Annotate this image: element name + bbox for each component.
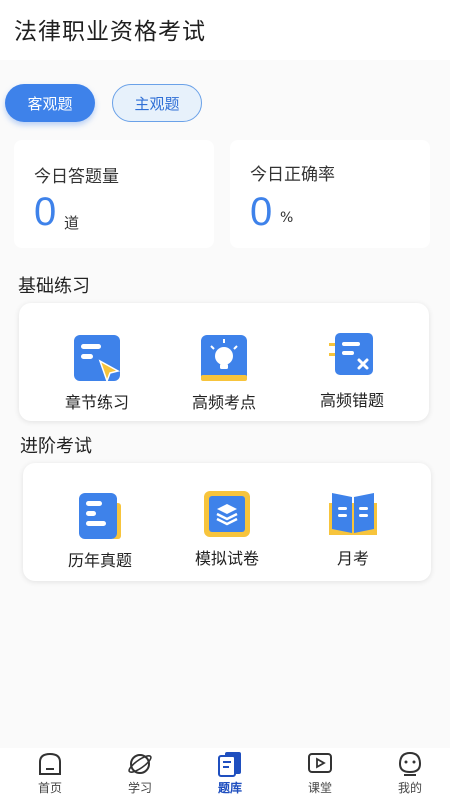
today-accuracy-unit: %: [280, 210, 294, 226]
high-frequency-wrong-button[interactable]: 高频错题: [302, 331, 402, 411]
nav-label-question-bank: 题库: [217, 781, 242, 795]
today-count-unit: 道: [64, 214, 80, 232]
profile-icon: [398, 751, 422, 776]
nav-item-study[interactable]: 学习: [110, 750, 170, 796]
past-papers-icon: [75, 491, 125, 541]
chapter-practice-label: 章节练习: [64, 393, 129, 412]
basic-section-title: 基础练习: [18, 276, 90, 297]
past-papers-label: 历年真题: [67, 551, 132, 570]
nav-label-study: 学习: [127, 781, 152, 795]
wrong-questions-icon: [327, 331, 377, 381]
today-accuracy-card: 今日正确率 0 %: [230, 140, 430, 248]
lightbulb-icon: [199, 333, 249, 383]
page-title: 法律职业资格考试: [14, 19, 206, 45]
today-count-card: 今日答题量 0 道: [14, 140, 214, 248]
mock-exam-button[interactable]: 模拟试卷: [177, 489, 277, 569]
tab-subjective[interactable]: 主观题: [112, 84, 202, 122]
basic-practice-card: 章节练习 高频考点 高频错题: [19, 303, 429, 421]
high-frequency-points-button[interactable]: 高频考点: [174, 333, 274, 413]
nav-item-profile[interactable]: 我的: [380, 750, 440, 796]
high-frequency-points-label: 高频考点: [191, 393, 256, 412]
nav-label-profile: 我的: [397, 781, 422, 795]
today-accuracy-value: 0: [250, 190, 273, 234]
monthly-exam-book-icon: [328, 489, 378, 539]
high-frequency-wrong-label: 高频错题: [319, 391, 384, 410]
monthly-exam-button[interactable]: 月考: [303, 489, 403, 569]
nav-item-classroom[interactable]: 课堂: [290, 750, 350, 796]
bottom-navigation: 首页 学习 题库 课堂 我的: [0, 748, 450, 800]
nav-item-home[interactable]: 首页: [20, 750, 80, 796]
advanced-section-title: 进阶考试: [20, 436, 92, 457]
mock-exam-icon: [202, 489, 252, 539]
today-count-value: 0: [34, 190, 57, 234]
nav-item-question-bank[interactable]: 题库: [200, 750, 260, 796]
nav-label-classroom: 课堂: [307, 781, 332, 795]
chapter-practice-icon: [72, 333, 122, 384]
today-count-label: 今日答题量: [34, 167, 119, 187]
play-video-icon: [308, 753, 332, 773]
tab-objective[interactable]: 客观题: [5, 84, 95, 122]
advanced-exam-card: 历年真题 模拟试卷 月考: [23, 463, 431, 581]
question-bank-icon: [218, 752, 241, 777]
chapter-practice-button[interactable]: 章节练习: [47, 333, 147, 413]
nav-label-home: 首页: [37, 781, 62, 795]
home-icon: [39, 752, 61, 775]
today-accuracy-label: 今日正确率: [250, 165, 335, 185]
monthly-exam-label: 月考: [336, 549, 369, 568]
mock-exam-label: 模拟试卷: [194, 549, 259, 568]
past-papers-button[interactable]: 历年真题: [50, 491, 150, 571]
planet-icon: [128, 754, 152, 774]
